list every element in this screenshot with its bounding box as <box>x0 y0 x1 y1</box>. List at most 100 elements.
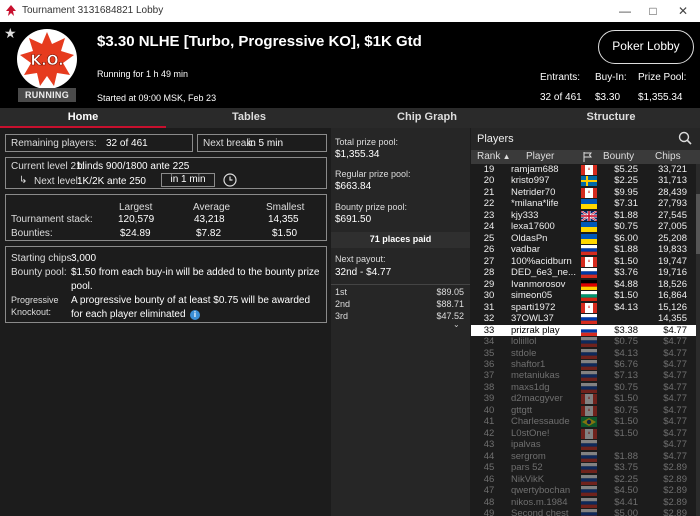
player-bounty: $1.50 <box>614 393 638 405</box>
payout-amount: $47.52 <box>436 311 464 321</box>
player-row[interactable]: 48 nikos.m.1984 $4.41 $2.89 <box>471 497 700 508</box>
player-name: pars 52 <box>511 462 543 474</box>
player-name: nikos.m.1984 <box>511 496 568 508</box>
player-rank: 45 <box>483 462 495 474</box>
player-chips: $4.77 <box>663 347 687 359</box>
minimize-button[interactable]: — <box>610 0 640 22</box>
player-name: kjy333 <box>511 209 539 221</box>
player-rank: 47 <box>483 485 495 497</box>
player-row[interactable]: 29 Ivanmorosov $4.88 18,526 <box>471 279 700 290</box>
player-row[interactable]: 37 metaniukas $7.13 $4.77 <box>471 370 700 382</box>
player-row[interactable]: 27 100%acidburn $1.50 19,747 <box>471 256 700 267</box>
window-title: Tournament 3131684821 Lobby <box>22 5 164 16</box>
player-bounty: $1.88 <box>614 450 638 462</box>
player-bounty: $3.76 <box>614 267 638 279</box>
russia-flag-icon <box>581 371 597 382</box>
next-level-label: Next level: <box>34 176 81 187</box>
players-scrollbar[interactable] <box>696 164 700 516</box>
player-row[interactable]: 25 OldasPn $6.00 25,208 <box>471 233 700 244</box>
player-bounty: $0.75 <box>614 404 638 416</box>
tab-home[interactable]: Home <box>0 108 166 128</box>
player-row[interactable]: 28 DED_6e3_ne... $3.76 19,716 <box>471 267 700 279</box>
player-bounty: $1.50 <box>614 416 638 428</box>
rank-column-label: Rank <box>477 151 501 162</box>
player-row[interactable]: 43 ipalvas $4.77 <box>471 439 700 451</box>
player-row[interactable]: 32 37OWL37 14,355 <box>471 313 700 325</box>
tab-structure[interactable]: Structure <box>522 108 700 128</box>
player-row[interactable]: 34 loliillol $0.75 $4.77 <box>471 336 700 348</box>
players-panel: Players Rank ▲ Player Bounty Chips 19 ram… <box>471 128 700 516</box>
player-row[interactable]: 19 ramjam688 $5.25 33,721 <box>471 164 700 175</box>
current-level-value: blinds 900/1800 ante 225 <box>77 161 190 172</box>
player-row[interactable]: 46 NikVikK $2.25 $2.89 <box>471 474 700 485</box>
next-level-timer: in 1 min <box>161 173 215 187</box>
tab-bar: Home Tables Chip Graph Structure <box>0 108 700 128</box>
player-row[interactable]: 49 Second chest $5.00 $2.89 <box>471 508 700 516</box>
player-row[interactable]: 21 Netrider70 $9.95 28,439 <box>471 187 700 198</box>
ukraine-flag-icon <box>581 199 597 210</box>
player-name: *milana*life <box>511 198 559 210</box>
player-row[interactable]: 35 stdole $4.13 $4.77 <box>471 348 700 359</box>
russia-flag-icon <box>581 474 597 485</box>
player-name: shaftor1 <box>511 358 546 370</box>
flag-column-icon[interactable] <box>583 152 593 162</box>
player-row[interactable]: 26 vadbar $1.88 19,833 <box>471 244 700 256</box>
smallest-bounty: $1.50 <box>272 228 298 239</box>
player-row[interactable]: 38 maxs1dg $0.75 $4.77 <box>471 382 700 393</box>
uk-flag-icon <box>581 210 597 221</box>
bounties-label: Bounties: <box>11 228 53 239</box>
tab-tables[interactable]: Tables <box>166 108 332 128</box>
payout-place: 1st <box>335 287 348 297</box>
bounty-pool-text-1: $1.50 from each buy-in will be added to … <box>71 267 320 278</box>
status-badge: RUNNING <box>18 88 76 102</box>
maximize-button[interactable]: □ <box>638 0 668 22</box>
russia-flag-icon <box>581 497 597 508</box>
ukraine-flag-icon <box>581 233 597 244</box>
bounty-column-header[interactable]: Bounty <box>603 151 634 162</box>
player-row[interactable]: 36 shaftor1 $6.76 $4.77 <box>471 359 700 370</box>
player-column-header[interactable]: Player <box>526 151 554 162</box>
player-row[interactable]: 23 kjy333 $1.88 27,545 <box>471 210 700 221</box>
rank-column-header[interactable]: Rank ▲ <box>477 151 511 162</box>
player-chips: $4.77 <box>663 336 687 348</box>
clock-icon[interactable] <box>223 173 237 187</box>
russia-flag-icon <box>581 245 597 256</box>
player-row[interactable]: 40 gttgtt $0.75 $4.77 <box>471 405 700 416</box>
player-bounty: $5.00 <box>614 508 638 516</box>
player-name: sparti1972 <box>511 301 556 313</box>
player-row[interactable]: 44 sergrom $1.88 $4.77 <box>471 451 700 462</box>
buyin-value: $3.30 <box>595 92 621 103</box>
chips-column-header[interactable]: Chips <box>655 151 681 162</box>
brazil-flag-icon <box>581 417 597 428</box>
close-button[interactable]: ✕ <box>668 0 698 22</box>
player-row[interactable]: 39 d2macgyver $1.50 $4.77 <box>471 393 700 405</box>
info-icon[interactable]: i <box>190 310 200 320</box>
player-row[interactable]: 31 sparti1972 $4.13 15,126 <box>471 302 700 313</box>
player-row[interactable]: 20 kristo997 $2.25 31,713 <box>471 175 700 187</box>
player-bounty: $1.50 <box>614 427 638 439</box>
favorite-star-icon[interactable]: ★ <box>4 25 17 42</box>
scrollbar-thumb[interactable] <box>696 194 700 254</box>
total-prize-value: $1,355.34 <box>335 149 380 160</box>
player-row[interactable]: 22 *milana*life $7.31 27,793 <box>471 198 700 210</box>
player-row[interactable]: 41 Charlessaude $1.50 $4.77 <box>471 416 700 428</box>
player-row[interactable]: 24 lexa17600 $0.75 27,005 <box>471 221 700 233</box>
search-icon[interactable] <box>678 131 692 145</box>
progressive-label-2: Knockout: <box>11 307 52 317</box>
player-bounty: $2.25 <box>614 473 638 485</box>
player-row[interactable]: 30 simeon05 $1.50 16,864 <box>471 290 700 302</box>
player-row[interactable]: 42 L0stOne! $1.50 $4.77 <box>471 428 700 439</box>
payout-expand-chevron-icon[interactable]: ⌄ <box>453 320 460 329</box>
player-chips: $2.89 <box>663 473 687 485</box>
ko-logo: K.O. <box>17 29 77 89</box>
player-row[interactable]: 47 qwertybochan $4.50 $2.89 <box>471 485 700 497</box>
average-header: Average <box>193 202 231 213</box>
player-row[interactable]: 45 pars 52 $3.75 $2.89 <box>471 462 700 474</box>
player-row[interactable]: 33 prizrak play $3.38 $4.77 <box>471 324 700 337</box>
tab-chip-graph[interactable]: Chip Graph <box>332 108 522 128</box>
player-bounty: $0.75 <box>614 381 638 393</box>
poker-lobby-button[interactable]: Poker Lobby <box>598 30 694 64</box>
entrants-value: 32 of 461 <box>540 92 582 103</box>
player-chips: $4.77 <box>663 324 687 336</box>
average-bounty: $7.82 <box>196 228 222 239</box>
